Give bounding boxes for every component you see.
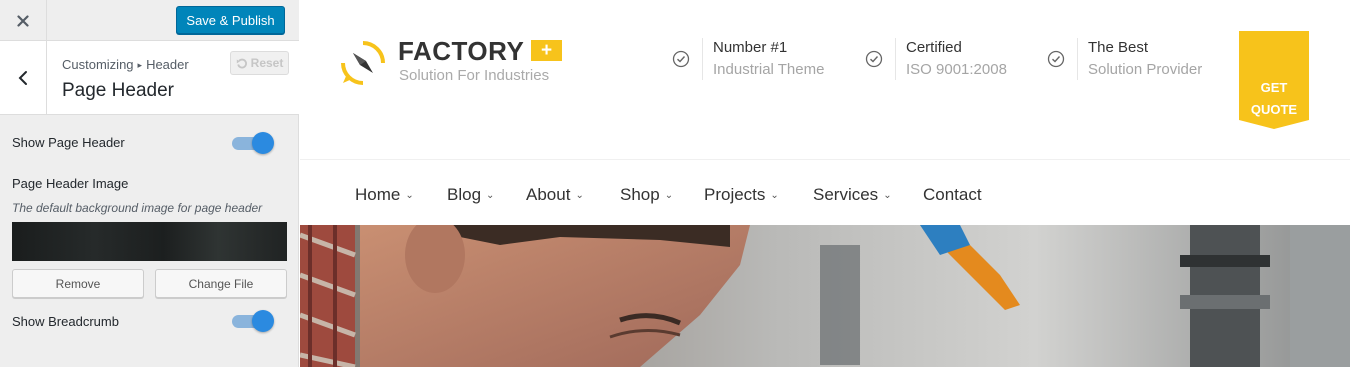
info-line1: Certified — [906, 39, 962, 56]
change-file-button[interactable]: Change File — [155, 269, 287, 298]
chevron-down-icon: ⌄ — [770, 190, 779, 201]
info-line1: Number #1 — [713, 39, 788, 56]
get-quote-button[interactable]: GET QUOTE — [1239, 31, 1309, 129]
nav-item-about[interactable]: About ⌄ — [526, 185, 584, 205]
nav-item-projects[interactable]: Projects ⌄ — [704, 185, 779, 205]
site-tagline: Solution For Industries — [399, 67, 550, 84]
logo-plus-badge: + — [531, 40, 562, 61]
toggle-knob — [252, 310, 274, 332]
customizer-panel: Save & Publish Customizing ▸ Header Page H… — [0, 0, 299, 367]
breadcrumb-parent: Header — [146, 57, 189, 72]
check-circle-icon — [1047, 50, 1065, 68]
page-header-image-description: The default background image for page he… — [12, 201, 263, 215]
customizer-topbar: Save & Publish — [0, 0, 299, 41]
nav-item-services[interactable]: Services ⌄ — [813, 185, 892, 205]
main-nav: Home ⌄ Blog ⌄ About ⌄ Shop ⌄ Projects ⌄ Servi… — [300, 161, 1350, 225]
breadcrumb: Customizing ▸ Header — [62, 57, 189, 72]
check-circle-icon — [865, 50, 883, 68]
info-divider — [702, 38, 703, 80]
info-line2: ISO 9001:2008 — [906, 61, 1007, 78]
info-line2: Solution Provider — [1088, 61, 1203, 78]
chevron-down-icon: ⌄ — [405, 190, 414, 201]
site-preview: FACTORY + Solution For Industries Number… — [300, 0, 1350, 367]
site-logo-title: FACTORY — [398, 36, 525, 66]
nav-label: Home — [355, 185, 401, 204]
nav-item-home[interactable]: Home ⌄ — [355, 185, 414, 205]
hero-image — [300, 225, 1350, 367]
close-icon — [17, 14, 29, 27]
remove-image-button[interactable]: Remove — [12, 269, 144, 298]
show-breadcrumb-toggle[interactable] — [232, 310, 274, 332]
nav-label: Contact — [923, 185, 982, 204]
reset-button[interactable]: Reset — [230, 51, 289, 75]
section-title: Page Header — [62, 80, 174, 101]
nav-item-blog[interactable]: Blog ⌄ — [447, 185, 494, 205]
show-page-header-label: Show Page Header — [12, 135, 125, 150]
quote-line2: QUOTE — [1250, 102, 1298, 117]
chevron-down-icon: ⌄ — [575, 190, 584, 201]
check-circle-icon — [672, 50, 690, 68]
nav-item-shop[interactable]: Shop ⌄ — [620, 185, 673, 205]
page-header-image-thumbnail — [12, 222, 287, 261]
nav-item-contact[interactable]: Contact — [923, 185, 982, 205]
site-header: FACTORY + Solution For Industries Number… — [300, 0, 1350, 160]
breadcrumb-separator-icon: ▸ — [137, 60, 143, 70]
info-line2: Industrial Theme — [713, 61, 825, 78]
chevron-down-icon: ⌄ — [883, 190, 892, 201]
nav-label: Services — [813, 185, 879, 204]
info-divider — [1077, 38, 1078, 80]
chevron-down-icon: ⌄ — [664, 190, 674, 201]
nav-label: Projects — [704, 185, 766, 204]
toggle-knob — [252, 132, 274, 154]
customizer-app: Save & Publish Customizing ▸ Header Page H… — [0, 0, 1350, 367]
section-header: Customizing ▸ Header Page Header Reset — [0, 41, 299, 115]
page-header-image-label: Page Header Image — [12, 176, 129, 191]
close-customizer-button[interactable] — [0, 0, 47, 41]
get-quote-label: GET QUOTE — [1239, 77, 1309, 121]
chevron-down-icon: ⌄ — [486, 190, 495, 201]
show-breadcrumb-label: Show Breadcrumb — [12, 314, 119, 329]
show-page-header-toggle[interactable] — [232, 132, 274, 154]
undo-icon — [236, 58, 247, 69]
info-divider — [895, 38, 896, 80]
save-publish-button[interactable]: Save & Publish — [176, 6, 285, 34]
info-line1: The Best — [1088, 39, 1149, 56]
reset-label: Reset — [250, 56, 284, 70]
compass-logo-icon — [341, 41, 385, 85]
hero-photo-illustration — [300, 225, 1350, 367]
breadcrumb-root: Customizing — [62, 57, 134, 72]
chevron-left-icon — [18, 71, 27, 85]
quote-line1: GET — [1260, 80, 1288, 95]
nav-label: About — [526, 185, 571, 204]
back-button[interactable] — [0, 41, 47, 115]
nav-label: Blog — [447, 185, 482, 204]
nav-label: Shop — [620, 185, 660, 204]
